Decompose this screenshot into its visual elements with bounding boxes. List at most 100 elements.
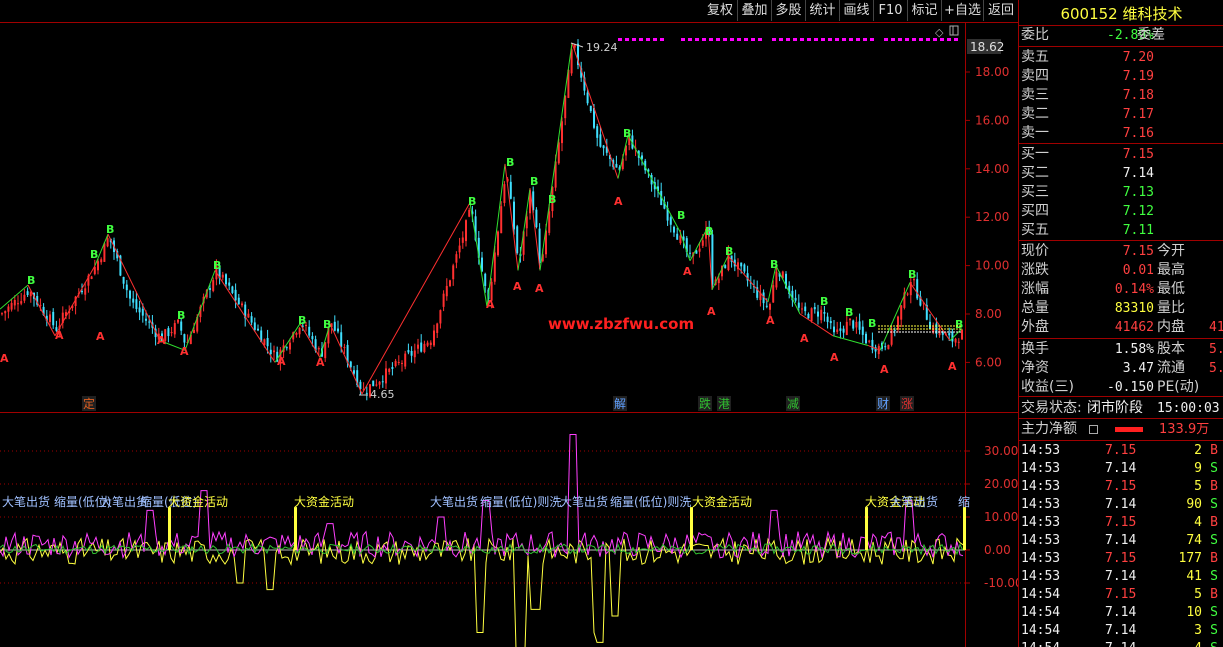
- candle-body: [548, 211, 551, 233]
- wave-b-label: B: [725, 245, 733, 258]
- candle-body: [813, 307, 816, 310]
- wave-lines: [0, 42, 963, 395]
- signal-dot: [688, 38, 692, 41]
- candle-body: [858, 321, 861, 330]
- tick-price: 7.15: [1105, 587, 1137, 602]
- candle-body: [269, 349, 272, 355]
- stock-code: 600152: [1060, 5, 1118, 23]
- candle-body: [20, 301, 23, 304]
- indicator-tick-label: 10.00: [984, 510, 1018, 524]
- toolbar-button-back[interactable]: 返回: [983, 0, 1018, 21]
- kline-chart-svg[interactable]: ◇ 18.00 16.00 14.00 12.00 10.00 8.00 6.00 18.6…: [0, 22, 1018, 647]
- signal-dot: [870, 38, 874, 41]
- candle-body: [948, 333, 951, 336]
- candle-body: [407, 350, 410, 353]
- indicator-annotation: 大笔出货: [890, 494, 938, 509]
- price-axis: 18.00 16.00 14.00 12.00 10.00 8.00 6.00: [965, 65, 1009, 369]
- candle-body: [129, 290, 131, 299]
- signal-dot: [814, 38, 818, 41]
- toolbar-button-overlay[interactable]: 叠加: [737, 0, 771, 21]
- candle-body: [465, 220, 467, 242]
- candle-body: [228, 282, 231, 286]
- candle-body: [426, 342, 429, 346]
- candle-body: [493, 252, 496, 282]
- candle-body: [906, 293, 909, 295]
- candle-body: [135, 299, 138, 309]
- candle-body: [884, 346, 887, 348]
- candle-body: [829, 321, 832, 324]
- toolbar-button-fuquan[interactable]: 复权: [703, 0, 737, 21]
- price-tick-label: 18.00: [975, 65, 1009, 79]
- wave-b-label: B: [705, 225, 713, 238]
- candle-body: [26, 291, 29, 295]
- tick-volume: 9: [1194, 461, 1202, 476]
- main-flow-bar: [1115, 427, 1143, 432]
- toolbar-button-f10[interactable]: F10: [873, 0, 907, 21]
- candle-body: [436, 323, 439, 333]
- candle-body: [711, 234, 714, 285]
- toolbar-button-mark[interactable]: 标记: [907, 0, 941, 21]
- stat-row-2-label2: 最低: [1157, 281, 1185, 297]
- stat-row-0: 现价 7.15 今开: [1019, 242, 1223, 261]
- wave-segment: [214, 270, 276, 363]
- weibi-row: 委比 -2.89% 委差: [1019, 26, 1223, 45]
- candle-body: [417, 344, 419, 349]
- toolbar-button-multi-stock[interactable]: 多股: [771, 0, 805, 21]
- signal-dot: [856, 38, 860, 41]
- event-marker-3: 港: [718, 397, 730, 411]
- price-tick-label: 14.00: [975, 162, 1009, 176]
- stat2-row-0-label2: 股本: [1157, 341, 1185, 357]
- wave-a-label: A: [513, 280, 522, 293]
- indicator-annotation: 缩量(低位)则洗: [610, 494, 691, 509]
- tick-side: S: [1210, 461, 1218, 476]
- trade-status-time: 15:00:03: [1157, 401, 1220, 416]
- tick-price: 7.15: [1105, 515, 1137, 530]
- list-icon[interactable]: [1089, 425, 1098, 434]
- stat-row-3: 总量 83310 量比: [1019, 299, 1223, 318]
- signal-dot: [681, 38, 685, 41]
- indicator-annotation: 缩: [958, 494, 970, 509]
- candle-body: [385, 368, 387, 384]
- ask-row-1-label: 卖四: [1021, 68, 1049, 84]
- diamond-icon[interactable]: ◇: [935, 26, 944, 39]
- wave-b-label: B: [845, 306, 853, 319]
- tick-side: S: [1210, 497, 1218, 512]
- candle-body: [701, 240, 704, 246]
- toolbar-button-add-watchlist[interactable]: +自选: [941, 0, 983, 21]
- kline-chart-area[interactable]: ◇ 18.00 16.00 14.00 12.00 10.00 8.00 6.00 18.6…: [0, 22, 1018, 647]
- stat-row-2-value: 0.14%: [1114, 282, 1154, 297]
- candle-body: [961, 329, 963, 340]
- ask-row-2-label: 卖三: [1021, 87, 1049, 103]
- ask-row-3: 卖二 7.17: [1019, 105, 1223, 124]
- candle-body: [429, 342, 432, 346]
- stat-row-2: 涨幅 0.14% 最低: [1019, 280, 1223, 299]
- candle-body: [673, 226, 675, 233]
- signal-dot: [646, 38, 650, 41]
- candle-body: [247, 313, 250, 318]
- big-money-bar: [963, 507, 966, 550]
- wave-a-label: A: [55, 329, 64, 342]
- trade-status-label: 交易状态:: [1021, 400, 1082, 416]
- toolbar-button-draw-line[interactable]: 画线: [839, 0, 873, 21]
- candle-body: [740, 262, 743, 267]
- tick-side: S: [1210, 623, 1218, 638]
- wave-a-label: A: [800, 332, 809, 345]
- restore-icon[interactable]: [949, 25, 959, 36]
- wave-a-label: A: [535, 282, 544, 295]
- tick-price: 7.14: [1105, 623, 1137, 638]
- candle-body: [897, 316, 899, 330]
- tick-time: 14:53: [1021, 569, 1061, 584]
- candle-body: [743, 264, 746, 272]
- stat-row-4: 外盘 41462 内盘 41: [1019, 318, 1223, 337]
- stat2-row-0-label: 换手: [1021, 341, 1049, 357]
- candlestick-series: [1, 39, 963, 401]
- candle-body: [810, 308, 813, 322]
- signal-dot: [940, 38, 944, 41]
- bid-row-3-label: 买四: [1021, 203, 1049, 219]
- wave-b-label: B: [506, 156, 514, 169]
- candle-body: [724, 265, 727, 269]
- candle-body: [516, 226, 519, 254]
- wave-b-label: B: [908, 268, 916, 281]
- toolbar-button-statistics[interactable]: 统计: [805, 0, 839, 21]
- candle-body: [378, 381, 381, 385]
